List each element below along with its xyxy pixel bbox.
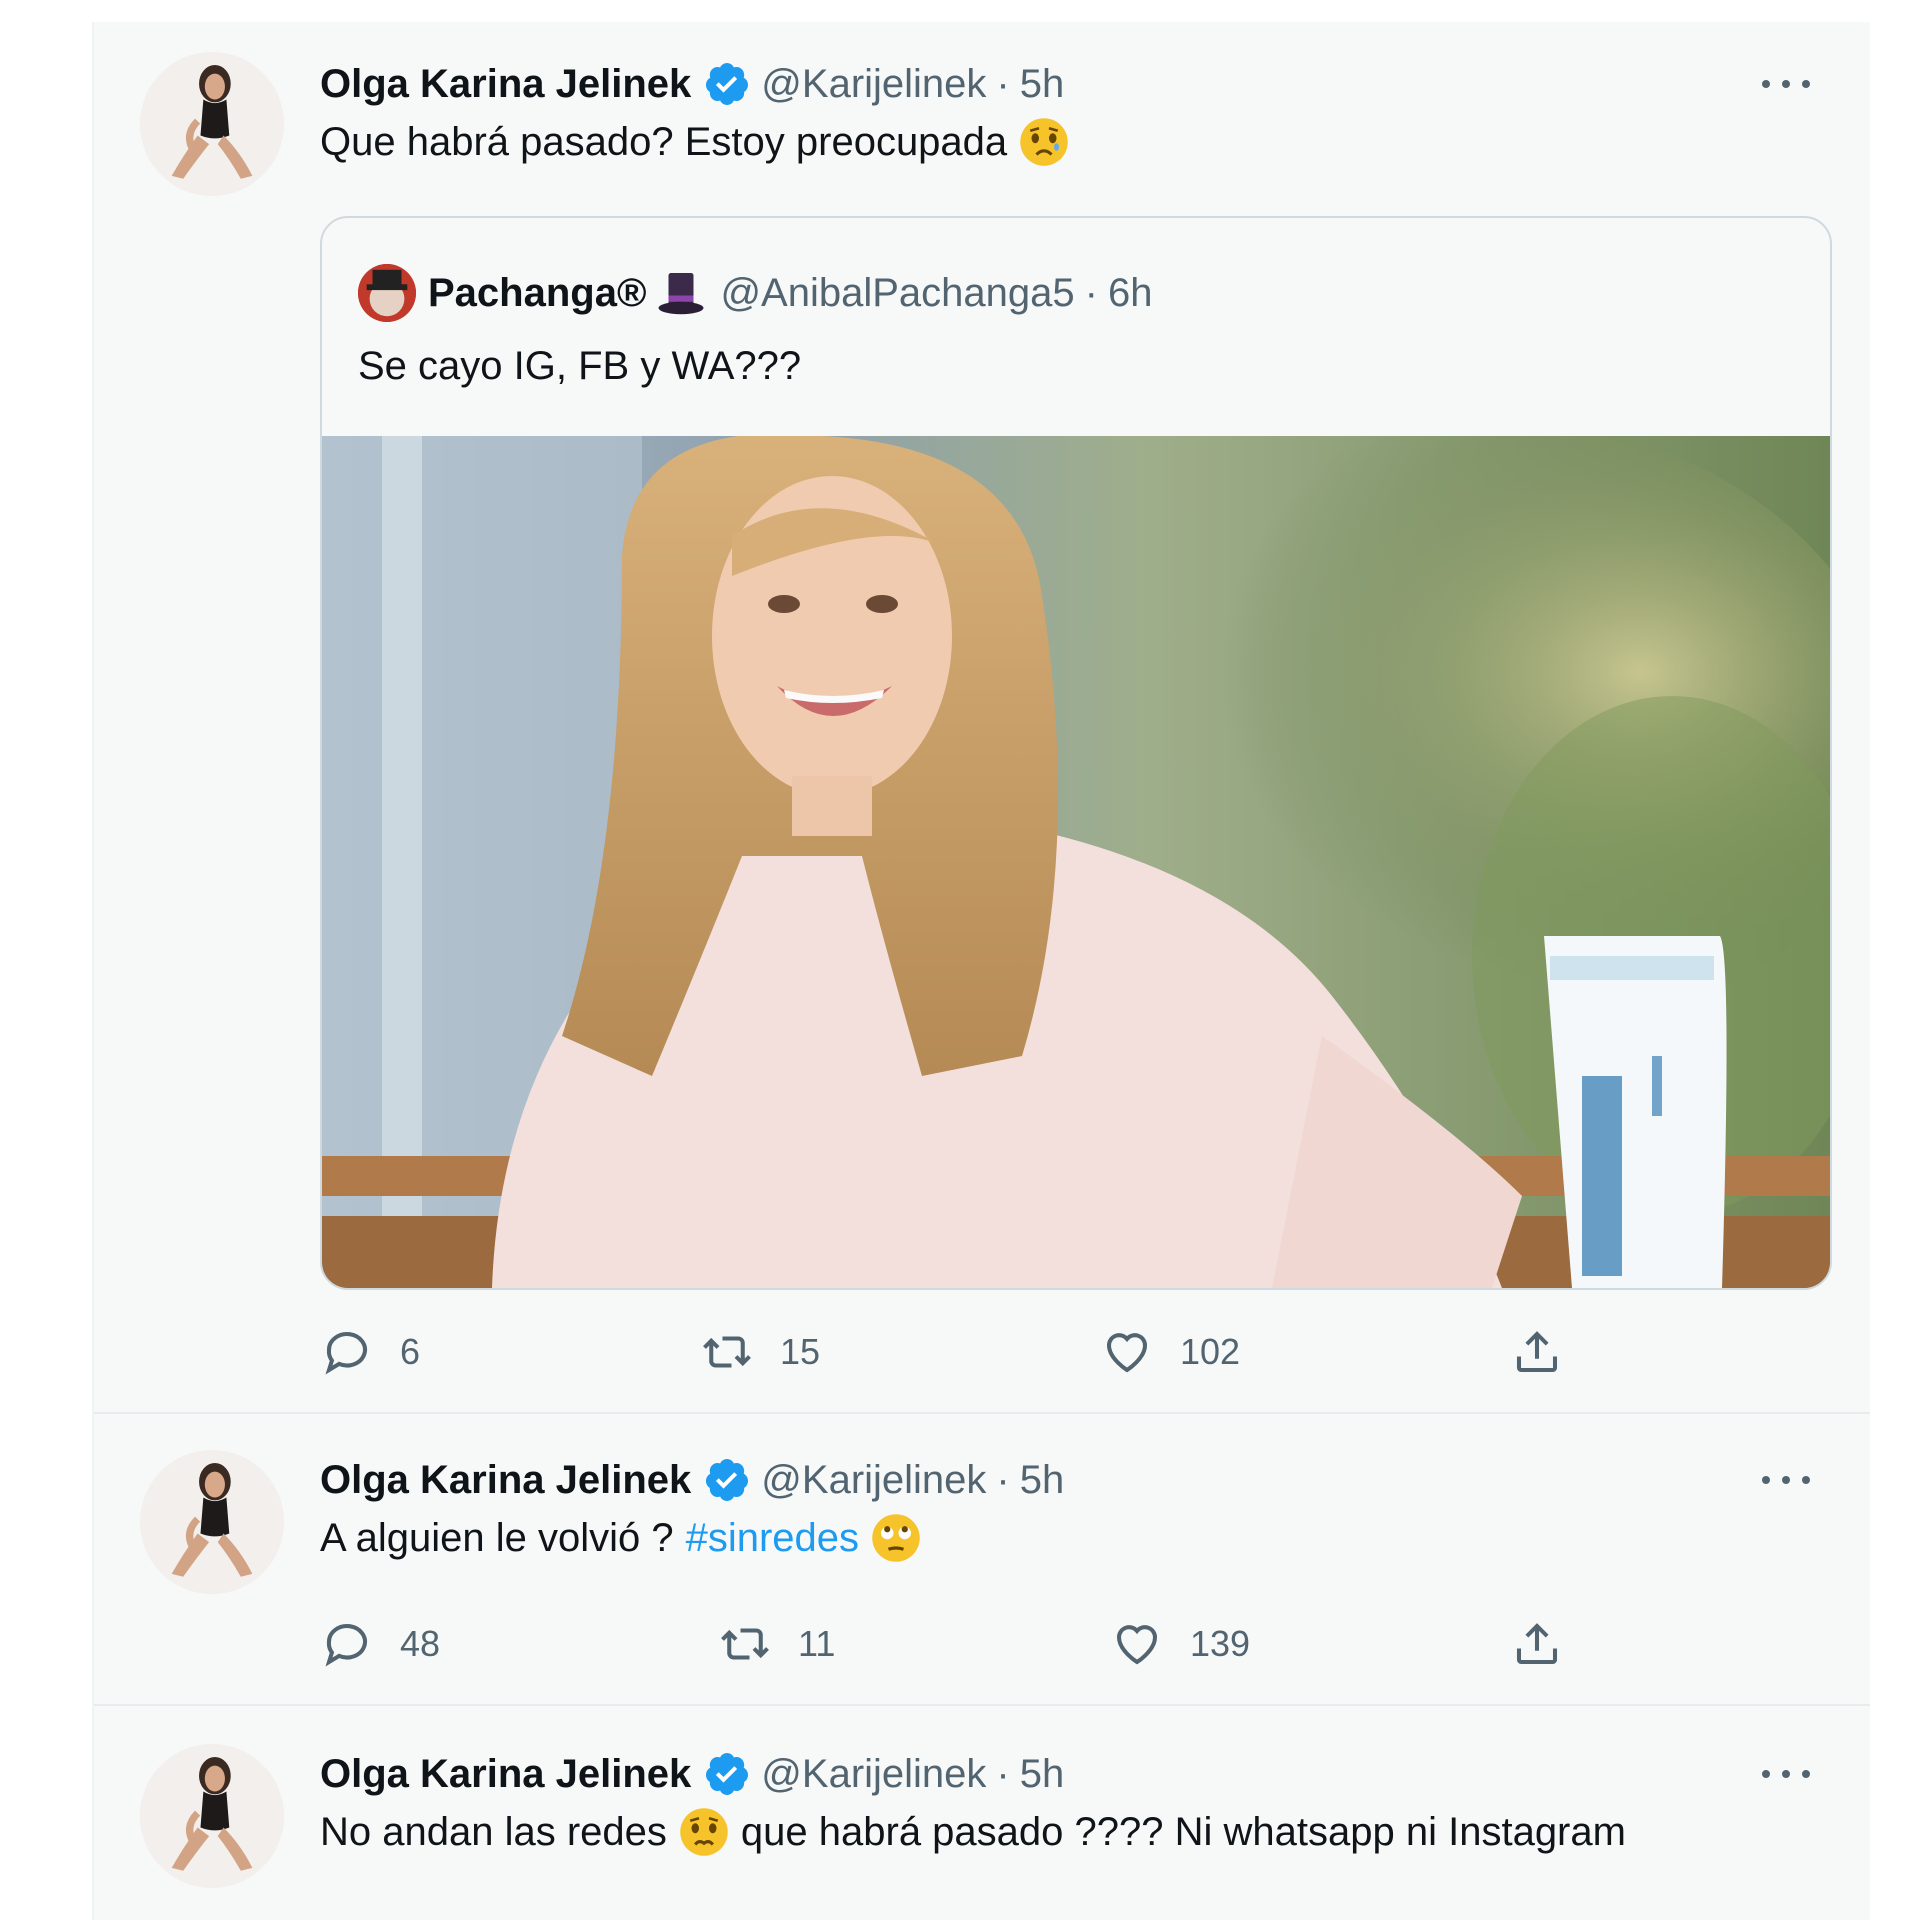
quoted-avatar[interactable] (358, 264, 416, 322)
tweet-text-body-start: No andan las redes (320, 1810, 667, 1854)
retweet-button[interactable]: 15 (700, 1322, 820, 1382)
like-count: 102 (1180, 1331, 1241, 1372)
tweet-header: Olga Karina Jelinek @Karijelinek · 5h (320, 1748, 1064, 1800)
tweet-actions: 48 11 139 (320, 1614, 1600, 1674)
reply-icon (325, 1624, 367, 1667)
quoted-author-handle[interactable]: @AnibalPachanga5 (720, 271, 1074, 316)
quoted-tweet-text: Se cayo IG, FB y WA??? (358, 344, 802, 388)
more-icon[interactable] (1756, 64, 1816, 104)
worried-face-emoji (679, 1807, 729, 1857)
share-button[interactable] (1510, 1322, 1564, 1382)
tweet-header: Olga Karina Jelinek @Karijelinek · 5h (320, 58, 1064, 110)
quoted-timestamp[interactable]: 6h (1108, 271, 1153, 316)
avatar[interactable] (140, 1450, 284, 1594)
reply-button[interactable]: 6 (320, 1322, 420, 1382)
verified-badge-icon (706, 1459, 749, 1501)
face-with-rolling-eyes-emoji (871, 1513, 921, 1563)
verified-badge-icon (706, 1753, 749, 1795)
timestamp[interactable]: 5h (1020, 1752, 1065, 1797)
verified-badge-icon (706, 63, 749, 105)
tweet-header: Olga Karina Jelinek @Karijelinek · 5h (320, 1454, 1064, 1506)
quoted-media-image[interactable] (322, 436, 1830, 1288)
reply-icon (325, 1332, 367, 1375)
top-hat-emoji (658, 273, 704, 315)
share-icon (1516, 1331, 1558, 1373)
share-icon (1516, 1623, 1558, 1665)
retweet-icon (703, 1336, 751, 1368)
tweet-text: Que habrá pasado? Estoy preocupada (320, 116, 1081, 168)
share-button[interactable] (1510, 1614, 1564, 1674)
tweet-text-body: Que habrá pasado? Estoy preocupada (320, 120, 1008, 164)
retweet-count: 15 (780, 1331, 821, 1372)
author-name[interactable]: Olga Karina Jelinek (320, 1752, 691, 1797)
tweet-text: No andan las redes que habrá pasado ????… (320, 1806, 1626, 1858)
separator-dot: · (996, 61, 1010, 106)
hashtag-link[interactable]: #sinredes (686, 1512, 859, 1564)
like-count: 139 (1190, 1623, 1251, 1664)
reply-count: 48 (400, 1623, 441, 1664)
like-button[interactable]: 102 (1100, 1322, 1240, 1382)
tweet-text-body-end: que habrá pasado ???? Ni whatsapp ni Ins… (740, 1810, 1626, 1854)
author-handle[interactable]: @Karijelinek (761, 62, 986, 107)
tweet-3[interactable]: Olga Karina Jelinek @Karijelinek · 5h No… (94, 1706, 1870, 1920)
separator-dot: · (996, 1457, 1010, 1502)
separator-dot: · (1084, 270, 1098, 315)
timestamp[interactable]: 5h (1020, 1458, 1065, 1503)
tweet-1[interactable]: Olga Karina Jelinek @Karijelinek · 5h Qu… (94, 22, 1870, 1412)
tweet-2[interactable]: Olga Karina Jelinek @Karijelinek · 5h A … (94, 1414, 1870, 1704)
reply-button[interactable]: 48 (320, 1614, 440, 1674)
author-name[interactable]: Olga Karina Jelinek (320, 62, 691, 107)
tweet-text: A alguien le volvió ? #sinredes (320, 1512, 933, 1564)
avatar[interactable] (140, 1744, 284, 1888)
like-icon (1116, 1625, 1158, 1665)
reply-count: 6 (400, 1331, 421, 1372)
like-icon (1106, 1333, 1148, 1373)
tweet-text-body: A alguien le volvió ? (320, 1516, 674, 1560)
quoted-tweet[interactable]: Pachanga® @AnibalPachanga5 · 6h Se cayo … (320, 216, 1832, 1290)
author-handle[interactable]: @Karijelinek (761, 1752, 986, 1797)
author-handle[interactable]: @Karijelinek (761, 1458, 986, 1503)
more-icon[interactable] (1756, 1754, 1816, 1794)
retweet-count: 11 (798, 1623, 836, 1664)
like-button[interactable]: 139 (1110, 1614, 1250, 1674)
worried-face-emoji (1019, 117, 1069, 167)
timeline: Olga Karina Jelinek @Karijelinek · 5h Qu… (92, 22, 1870, 1920)
more-icon[interactable] (1756, 1460, 1816, 1500)
retweet-icon (721, 1628, 769, 1660)
quoted-tweet-header: Pachanga® @AnibalPachanga5 · 6h (358, 264, 1152, 322)
tweet-actions: 6 15 102 (320, 1322, 1600, 1382)
quoted-author-name[interactable]: Pachanga® (428, 271, 646, 316)
retweet-button[interactable]: 11 (718, 1614, 835, 1674)
timestamp[interactable]: 5h (1020, 62, 1065, 107)
avatar[interactable] (140, 52, 284, 196)
separator-dot: · (996, 1751, 1010, 1796)
author-name[interactable]: Olga Karina Jelinek (320, 1458, 691, 1503)
